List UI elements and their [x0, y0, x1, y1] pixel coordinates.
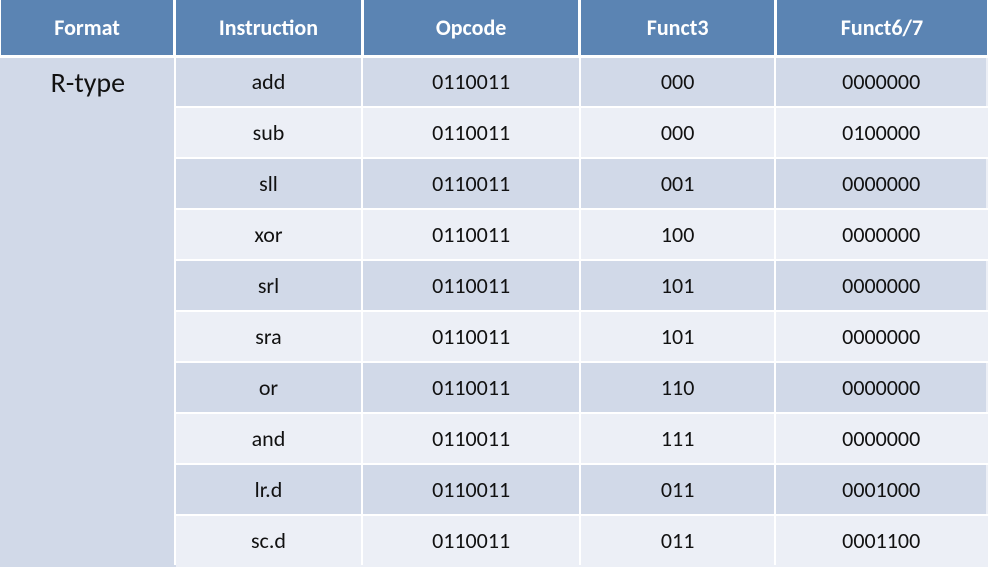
cell-funct67: 0000000: [775, 209, 987, 260]
cell-funct67: 0001100: [775, 515, 987, 566]
cell-funct67: 0000000: [775, 260, 987, 311]
table-row: sll 0110011 001 0000000: [1, 158, 987, 209]
cell-opcode: 0110011: [362, 158, 580, 209]
cell-funct3: 111: [580, 413, 776, 464]
cell-funct3: 011: [580, 515, 776, 566]
cell-opcode: 0110011: [362, 515, 580, 566]
format-cell: R-type: [1, 56, 175, 107]
format-cell-continued: [1, 107, 175, 158]
cell-instruction: sub: [175, 107, 363, 158]
cell-opcode: 0110011: [362, 464, 580, 515]
col-header-funct3: Funct3: [580, 0, 776, 56]
cell-instruction: srl: [175, 260, 363, 311]
col-header-instruction: Instruction: [175, 0, 363, 56]
format-cell-continued: [1, 158, 175, 209]
cell-funct3: 100: [580, 209, 776, 260]
cell-instruction: sll: [175, 158, 363, 209]
cell-instruction: and: [175, 413, 363, 464]
cell-funct3: 000: [580, 107, 776, 158]
cell-instruction: or: [175, 362, 363, 413]
format-cell-continued: [1, 209, 175, 260]
table-row: sc.d 0110011 011 0001100: [1, 515, 987, 566]
format-cell-continued: [1, 464, 175, 515]
format-cell-continued: [1, 413, 175, 464]
table-row: sra 0110011 101 0000000: [1, 311, 987, 362]
cell-funct3: 001: [580, 158, 776, 209]
cell-opcode: 0110011: [362, 260, 580, 311]
cell-funct67: 0000000: [775, 56, 987, 107]
cell-opcode: 0110011: [362, 311, 580, 362]
table-row: srl 0110011 101 0000000: [1, 260, 987, 311]
cell-funct67: 0000000: [775, 158, 987, 209]
cell-funct3: 000: [580, 56, 776, 107]
cell-opcode: 0110011: [362, 107, 580, 158]
cell-funct67: 0001000: [775, 464, 987, 515]
opcode-table: Format Instruction Opcode Funct3 Funct6/…: [0, 0, 988, 567]
format-cell-continued: [1, 515, 175, 566]
cell-opcode: 0110011: [362, 413, 580, 464]
cell-funct67: 0000000: [775, 413, 987, 464]
col-header-funct67: Funct6/7: [775, 0, 987, 56]
cell-funct3: 101: [580, 260, 776, 311]
cell-opcode: 0110011: [362, 56, 580, 107]
cell-instruction: xor: [175, 209, 363, 260]
format-cell-continued: [1, 260, 175, 311]
cell-opcode: 0110011: [362, 362, 580, 413]
format-cell-continued: [1, 362, 175, 413]
cell-instruction: lr.d: [175, 464, 363, 515]
col-header-opcode: Opcode: [362, 0, 580, 56]
cell-opcode: 0110011: [362, 209, 580, 260]
table-row: R-type add 0110011 000 0000000: [1, 56, 987, 107]
cell-funct3: 101: [580, 311, 776, 362]
table-row: and 0110011 111 0000000: [1, 413, 987, 464]
cell-funct3: 011: [580, 464, 776, 515]
header-row: Format Instruction Opcode Funct3 Funct6/…: [1, 0, 987, 56]
cell-funct67: 0000000: [775, 311, 987, 362]
table-row: sub 0110011 000 0100000: [1, 107, 987, 158]
cell-funct67: 0100000: [775, 107, 987, 158]
col-header-format: Format: [1, 0, 175, 56]
cell-instruction: sra: [175, 311, 363, 362]
cell-instruction: add: [175, 56, 363, 107]
table-row: or 0110011 110 0000000: [1, 362, 987, 413]
cell-funct67: 0000000: [775, 362, 987, 413]
table-row: xor 0110011 100 0000000: [1, 209, 987, 260]
format-cell-continued: [1, 311, 175, 362]
cell-funct3: 110: [580, 362, 776, 413]
table-row: lr.d 0110011 011 0001000: [1, 464, 987, 515]
cell-instruction: sc.d: [175, 515, 363, 566]
